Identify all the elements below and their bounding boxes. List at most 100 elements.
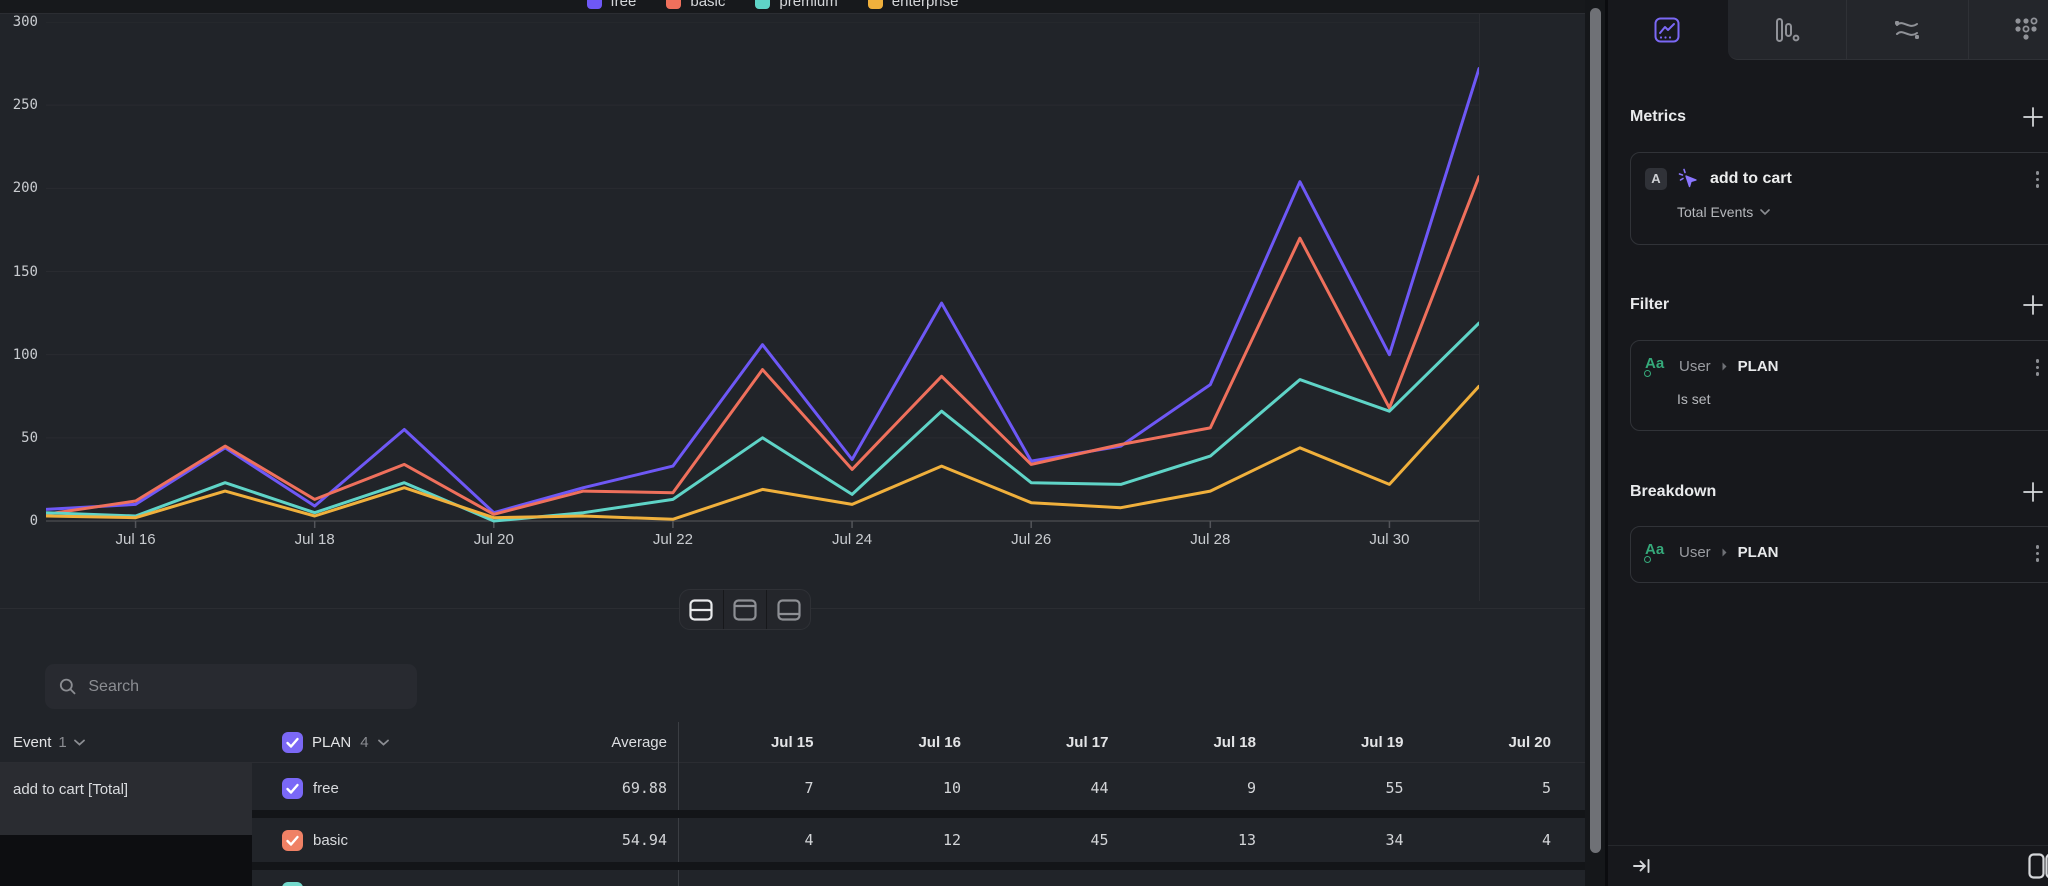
plus-icon bbox=[2022, 294, 2044, 316]
tab-insights-line-chart[interactable] bbox=[1608, 0, 1726, 60]
plan-select-all-checkbox[interactable] bbox=[282, 732, 303, 753]
search-icon bbox=[59, 677, 76, 696]
breakdown-card[interactable]: Aa User PLAN bbox=[1630, 526, 2048, 583]
filter-section-header: Filter bbox=[1630, 294, 2044, 316]
event-column-selector[interactable]: Event 1 bbox=[0, 734, 252, 751]
legend-item-premium[interactable]: premium bbox=[755, 0, 837, 13]
filter-property: PLAN bbox=[1738, 358, 1779, 375]
layout-footer-bottom-button[interactable] bbox=[766, 590, 810, 629]
table-row[interactable]: premium33.0053235230 bbox=[252, 870, 1585, 886]
scrollbar-track[interactable] bbox=[1585, 0, 1608, 886]
table-body: free69.88710449555basic54.944124513344pr… bbox=[252, 766, 1585, 886]
insights-line-chart-icon bbox=[1654, 17, 1680, 43]
chart-right-border bbox=[1479, 13, 1480, 601]
legend-label: premium bbox=[779, 0, 837, 10]
add-metric-button[interactable] bbox=[2022, 106, 2044, 128]
row-series-toggle[interactable]: free bbox=[282, 778, 339, 799]
layout-rows-split-button[interactable] bbox=[680, 590, 723, 629]
row-group-label: add to cart [Total] bbox=[0, 763, 252, 835]
plus-icon bbox=[2022, 106, 2044, 128]
filter-title: Filter bbox=[1630, 296, 1669, 314]
bar-chart-icon bbox=[1774, 17, 1800, 43]
series-line-free[interactable] bbox=[46, 69, 1479, 513]
add-filter-button[interactable] bbox=[2022, 294, 2044, 316]
plan-column-selector[interactable]: PLAN 4 bbox=[282, 732, 389, 753]
table-header: Event 1 PLAN 4 Average Jul 15Jul 16Jul 1… bbox=[0, 722, 1585, 762]
series-checkbox[interactable] bbox=[282, 830, 303, 851]
row-series-cell: basic54.94 bbox=[252, 830, 678, 851]
legend-item-free[interactable]: free bbox=[587, 0, 637, 13]
legend-swatch-icon bbox=[868, 0, 883, 9]
line-chart[interactable] bbox=[46, 22, 1479, 532]
breakdown-scope: User bbox=[1679, 544, 1711, 561]
tab-flows[interactable] bbox=[1848, 0, 1966, 60]
main-content: freebasicpremiumenterprise 0501001502002… bbox=[0, 0, 1585, 886]
tab-apps-grid[interactable] bbox=[1968, 0, 2048, 60]
checkbox-checked-icon bbox=[282, 778, 303, 799]
table-left-gutter bbox=[0, 835, 252, 886]
date-column-header: Jul 19 bbox=[1268, 734, 1416, 751]
series-line-premium[interactable] bbox=[46, 323, 1479, 521]
table-row[interactable]: basic54.944124513344 bbox=[252, 818, 1585, 862]
row-series-toggle[interactable]: basic bbox=[282, 830, 348, 851]
series-checkbox[interactable] bbox=[282, 882, 303, 886]
x-axis-tick-label: Jul 26 bbox=[986, 531, 1076, 548]
metric-measure-dropdown[interactable]: Total Events bbox=[1677, 204, 2041, 220]
chevron-down-icon bbox=[74, 739, 85, 746]
average-column-header: Average bbox=[611, 734, 667, 751]
data-cell: 4 bbox=[1416, 831, 1564, 849]
table-row[interactable]: free69.88710449555 bbox=[252, 766, 1585, 810]
add-breakdown-button[interactable] bbox=[2022, 481, 2044, 503]
y-axis-tick-label: 50 bbox=[2, 430, 38, 446]
x-axis-tick-label: Jul 24 bbox=[807, 531, 897, 548]
data-cell: 10 bbox=[826, 779, 974, 797]
breakdown-options-menu[interactable] bbox=[2034, 543, 2042, 564]
table-search[interactable] bbox=[45, 664, 417, 709]
filter-operator-dropdown[interactable]: Is set bbox=[1677, 391, 2041, 407]
data-cell: 7 bbox=[678, 779, 826, 797]
row-series-toggle[interactable]: premium bbox=[282, 882, 371, 886]
date-column-header: Jul 15 bbox=[678, 734, 826, 751]
collapse-panel-button[interactable] bbox=[1632, 857, 1652, 875]
text-property-icon: Aa bbox=[1645, 355, 1669, 377]
layout-columns-button[interactable] bbox=[2028, 853, 2048, 879]
chevron-down-icon bbox=[378, 739, 389, 746]
layout-header-top-button[interactable] bbox=[723, 590, 767, 629]
legend-label: basic bbox=[690, 0, 725, 10]
date-column-header: Jul 17 bbox=[973, 734, 1121, 751]
series-name: basic bbox=[313, 832, 348, 849]
legend-label: free bbox=[611, 0, 637, 10]
scrollbar-thumb[interactable] bbox=[1590, 8, 1601, 853]
filter-operator: Is set bbox=[1677, 391, 1710, 407]
filter-options-menu[interactable] bbox=[2034, 357, 2042, 378]
legend-item-basic[interactable]: basic bbox=[666, 0, 725, 13]
data-cell: 9 bbox=[1121, 779, 1269, 797]
filter-card[interactable]: Aa User PLAN Is set bbox=[1630, 340, 2048, 431]
metrics-title: Metrics bbox=[1630, 108, 1686, 126]
date-column-header: Jul 16 bbox=[826, 734, 974, 751]
layout-rows-split-icon bbox=[689, 599, 713, 621]
tab-bar-chart[interactable] bbox=[1728, 0, 1846, 60]
breakdown-title: Breakdown bbox=[1630, 483, 1716, 501]
series-line-enterprise[interactable] bbox=[46, 386, 1479, 519]
text-property-icon: Aa bbox=[1645, 541, 1669, 563]
series-checkbox[interactable] bbox=[282, 778, 303, 799]
chart-layout-toolbar bbox=[679, 589, 811, 630]
row-series-cell: free 69.88 bbox=[252, 778, 678, 799]
metric-options-menu[interactable] bbox=[2034, 169, 2042, 190]
x-axis-tick-label: Jul 30 bbox=[1344, 531, 1434, 548]
chevron-right-icon bbox=[1721, 547, 1728, 558]
data-cell: 5 bbox=[1416, 779, 1564, 797]
legend-item-enterprise[interactable]: enterprise bbox=[868, 0, 959, 13]
y-axis-tick-label: 200 bbox=[2, 180, 38, 196]
average-value: 69.88 bbox=[622, 779, 667, 797]
x-axis-tick-label: Jul 16 bbox=[91, 531, 181, 548]
tab-separator bbox=[1846, 0, 1847, 60]
metric-card[interactable]: A add to cart Total Events bbox=[1630, 152, 2048, 245]
search-input[interactable] bbox=[88, 678, 403, 696]
y-axis-tick-label: 250 bbox=[2, 97, 38, 113]
legend-label: enterprise bbox=[892, 0, 959, 10]
y-axis-tick-label: 0 bbox=[2, 513, 38, 529]
checkbox-checked-icon bbox=[282, 830, 303, 851]
data-cell: 34 bbox=[1268, 831, 1416, 849]
